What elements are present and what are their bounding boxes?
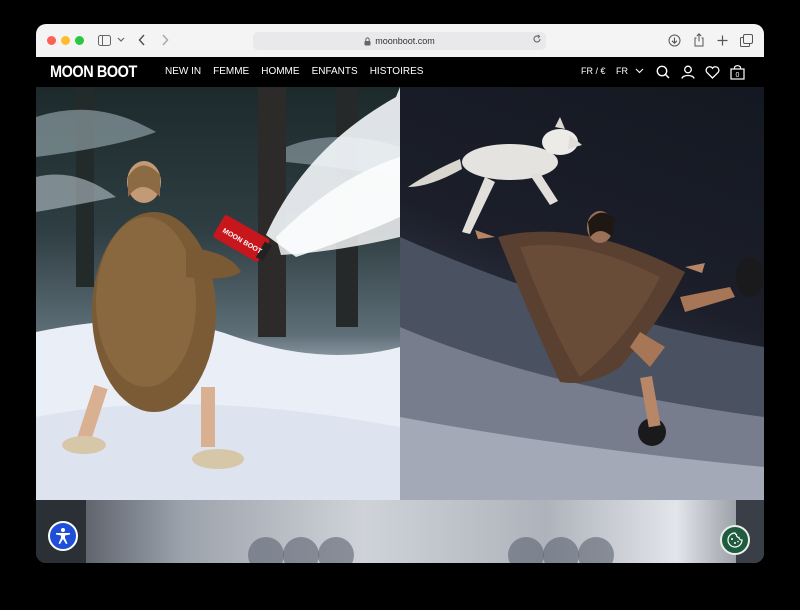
nav-histoires[interactable]: HISTOIRES (370, 66, 424, 77)
chevron-down-icon (635, 68, 643, 74)
accessibility-button[interactable] (48, 521, 78, 551)
download-icon[interactable] (666, 32, 682, 48)
strip-illustration (36, 500, 764, 563)
wishlist-heart-icon[interactable] (704, 64, 720, 80)
forward-icon[interactable] (157, 32, 173, 48)
new-tab-icon[interactable] (714, 32, 730, 48)
currency-selector[interactable]: FR / € (581, 66, 606, 76)
close-window-button[interactable] (47, 36, 56, 45)
language-label: FR (616, 66, 628, 76)
back-icon[interactable] (134, 32, 150, 48)
url-text: moonboot.com (375, 36, 435, 46)
nav-new-in[interactable]: NEW IN (165, 66, 201, 77)
cart-bag-icon[interactable]: 0 (729, 64, 745, 80)
account-icon[interactable] (680, 64, 696, 80)
accessibility-icon (56, 528, 70, 544)
lock-icon (364, 36, 371, 46)
nav-enfants[interactable]: ENFANTS (312, 66, 358, 77)
address-bar[interactable]: moonboot.com (253, 32, 546, 50)
cart-count: 0 (735, 72, 739, 79)
browser-window: moonboot.com MOON BOOT NEW IN FEMME HOMM… (36, 24, 764, 563)
cookie-settings-button[interactable] (720, 525, 750, 555)
browser-toolbar: moonboot.com (36, 24, 764, 58)
share-icon[interactable] (691, 32, 707, 48)
chevron-down-icon[interactable] (113, 32, 129, 48)
minimize-window-button[interactable] (61, 36, 70, 45)
search-icon[interactable] (655, 64, 671, 80)
zoom-window-button[interactable] (75, 36, 84, 45)
moon-boot-logo[interactable]: MOON BOOT (50, 62, 137, 82)
nav-homme[interactable]: HOMME (261, 66, 299, 77)
sidebar-icon[interactable] (96, 32, 112, 48)
main-nav: NEW IN FEMME HOMME ENFANTS HISTOIRES (165, 66, 435, 77)
hero-right-illustration (400, 117, 764, 500)
cookie-icon (727, 532, 743, 548)
nav-femme[interactable]: FEMME (213, 66, 249, 77)
hero-image-left[interactable]: MOON BOOT (36, 87, 400, 500)
site-header: MOON BOOT NEW IN FEMME HOMME ENFANTS HIS… (36, 57, 764, 87)
hero-left-illustration: MOON BOOT (36, 87, 400, 500)
language-selector[interactable]: FR (616, 66, 644, 76)
hero-image-right[interactable] (400, 87, 764, 500)
secondary-hero-strip[interactable] (36, 500, 764, 563)
reload-icon[interactable] (532, 34, 542, 46)
tabs-overview-icon[interactable] (738, 32, 754, 48)
